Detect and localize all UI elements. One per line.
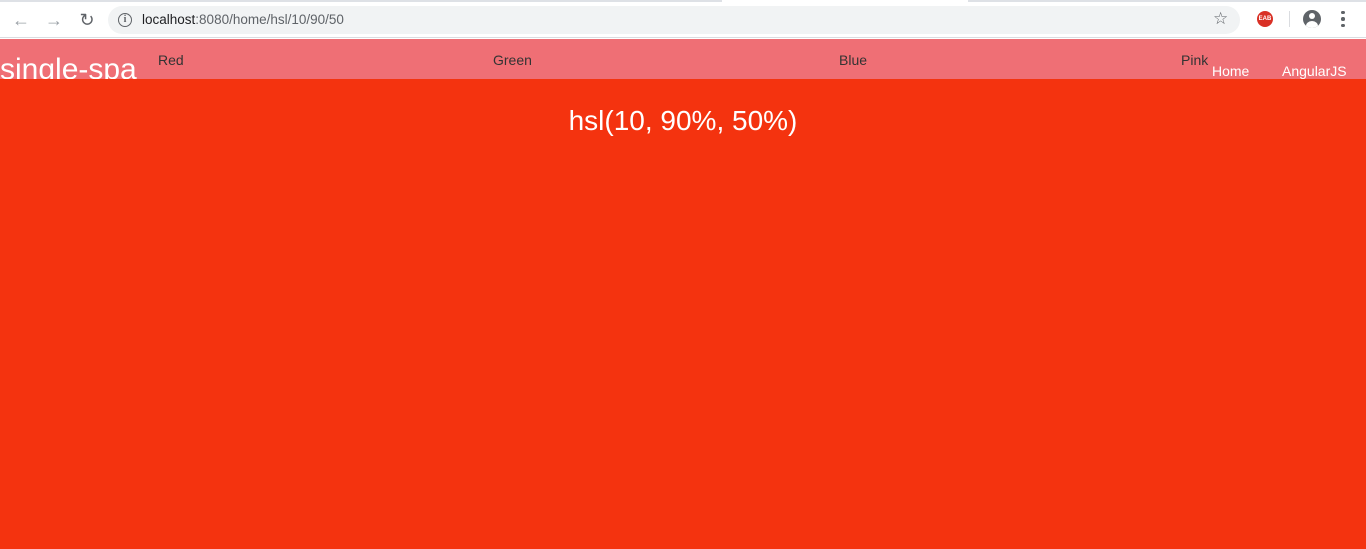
- extension-label: EAB: [1258, 16, 1272, 22]
- nav-link-pink[interactable]: Pink: [1181, 52, 1208, 68]
- arrow-right-icon: →: [45, 10, 63, 30]
- color-display-panel: hsl(10, 90%, 50%): [0, 79, 1366, 549]
- forward-button[interactable]: →: [41, 7, 67, 33]
- nav-link-blue[interactable]: Blue: [839, 52, 867, 68]
- brand-title[interactable]: single-spa: [0, 53, 137, 79]
- nav-link-green[interactable]: Green: [493, 52, 532, 68]
- kebab-menu-icon[interactable]: [1336, 9, 1350, 29]
- color-value-heading: hsl(10, 90%, 50%): [568, 105, 798, 136]
- url-host: localhost: [142, 12, 196, 27]
- back-button[interactable]: ←: [8, 7, 34, 33]
- active-tab-edge: [722, 0, 968, 2]
- info-icon[interactable]: i: [118, 13, 132, 27]
- browser-toolbar: ← → ↻ i localhost:8080/home/hsl/10/90/50…: [0, 0, 1366, 38]
- nav-link-home[interactable]: Home: [1212, 63, 1249, 79]
- adblock-icon[interactable]: EAB: [1257, 11, 1273, 27]
- address-bar[interactable]: i localhost:8080/home/hsl/10/90/50 ☆: [108, 6, 1240, 34]
- nav-link-red[interactable]: Red: [158, 52, 184, 68]
- reload-icon: ↻: [79, 10, 95, 30]
- account-icon[interactable]: [1303, 10, 1321, 28]
- nav-link-angularjs[interactable]: AngularJS: [1282, 63, 1347, 79]
- star-icon[interactable]: ☆: [1213, 9, 1228, 29]
- arrow-left-icon: ←: [12, 10, 30, 30]
- toolbar-divider: [1289, 11, 1290, 27]
- reload-button[interactable]: ↻: [74, 7, 100, 33]
- url-path: :8080/home/hsl/10/90/50: [195, 12, 344, 27]
- url-text[interactable]: localhost:8080/home/hsl/10/90/50: [142, 12, 344, 27]
- tab-strip-edge: [0, 0, 1366, 2]
- app-navbar: single-spa Red Green Blue Pink Home Angu…: [0, 39, 1366, 79]
